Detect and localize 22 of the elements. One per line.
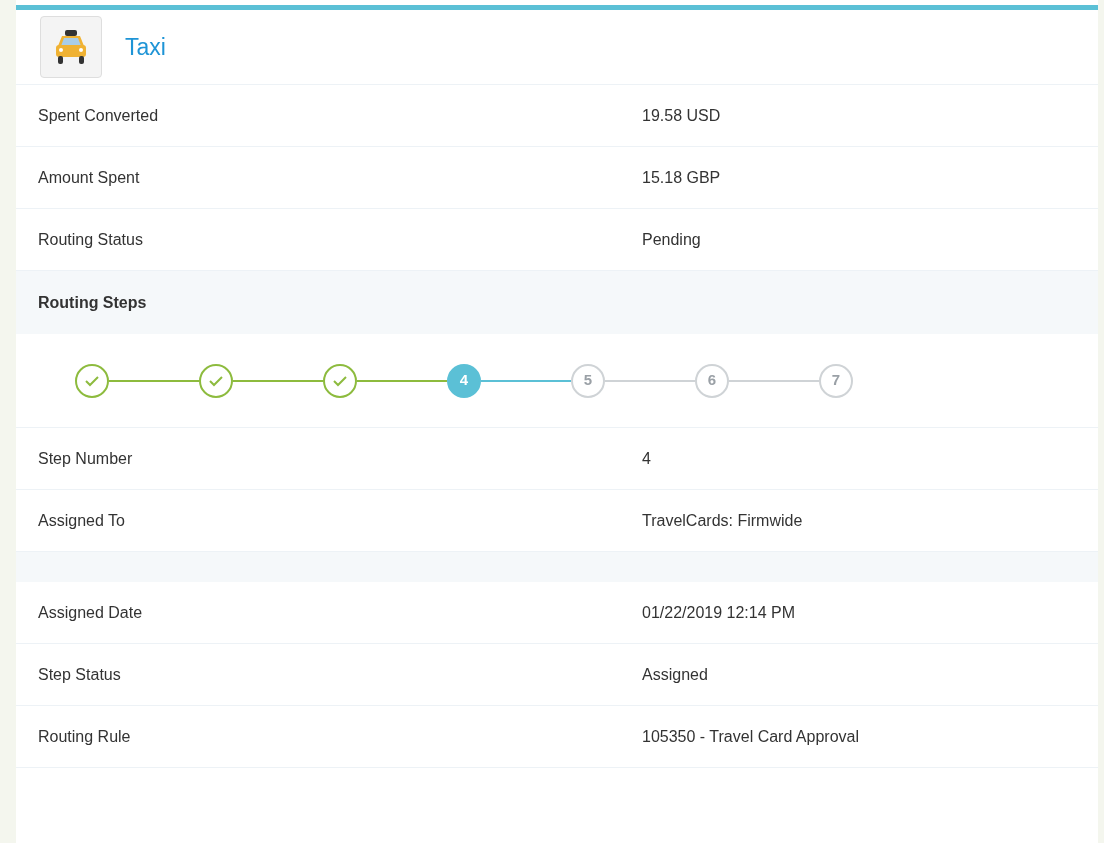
- field-label: Amount Spent: [37, 167, 141, 188]
- check-icon: [332, 374, 348, 387]
- field-value: 4: [642, 448, 651, 469]
- field-value: 105350 - Travel Card Approval: [642, 726, 859, 747]
- section-title: Routing Steps: [38, 292, 147, 313]
- field-value: 15.18 GBP: [642, 167, 721, 188]
- field-label: Routing Status: [37, 229, 144, 250]
- expense-title: Taxi: [125, 32, 166, 62]
- check-icon: [208, 374, 224, 387]
- taxi-icon: [54, 28, 88, 66]
- field-value: Pending: [642, 229, 701, 250]
- field-value: Assigned: [642, 664, 708, 685]
- field-value: 01/22/2019 12:14 PM: [642, 602, 795, 623]
- field-label: Assigned To: [37, 510, 126, 531]
- field-label: Step Status: [37, 664, 122, 685]
- field-label: Spent Converted: [37, 105, 160, 126]
- field-label: Routing Rule: [37, 726, 132, 747]
- check-icon: [84, 374, 100, 387]
- field-label: Assigned Date: [37, 602, 144, 623]
- field-label: Step Number: [37, 448, 134, 469]
- field-value: 19.58 USD: [642, 105, 721, 126]
- field-value: TravelCards: Firmwide: [642, 510, 803, 531]
